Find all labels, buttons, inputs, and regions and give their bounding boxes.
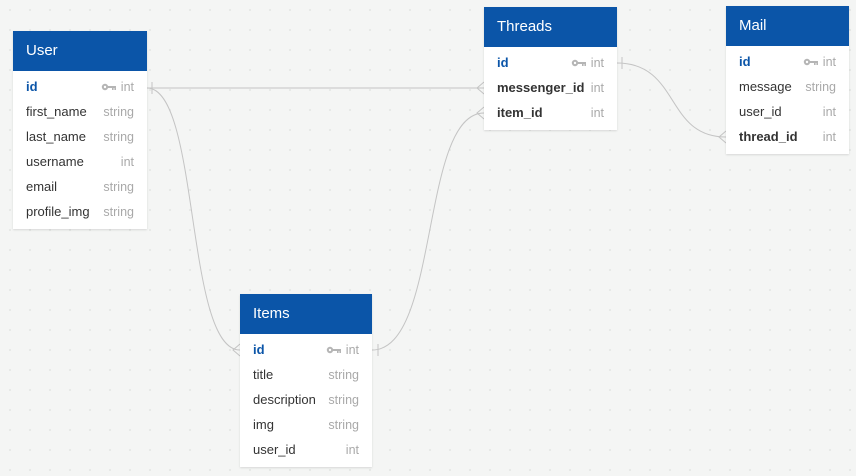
table-title: Threads: [484, 7, 617, 47]
field-type: int: [590, 80, 604, 95]
field-type-cell: string: [328, 368, 359, 382]
field-type: string: [328, 367, 359, 382]
field-type-cell: string: [328, 418, 359, 432]
field-row[interactable]: email string: [13, 174, 147, 199]
table-title: User: [13, 31, 147, 71]
field-type: int: [120, 79, 134, 94]
table-title: Mail: [726, 6, 849, 46]
field-type-cell: string: [103, 130, 134, 144]
field-row[interactable]: user_id int: [726, 99, 849, 124]
field-type-cell: string: [103, 205, 134, 219]
field-type: int: [345, 342, 359, 357]
field-row[interactable]: id int: [240, 337, 372, 362]
field-type: string: [328, 392, 359, 407]
field-name: id: [253, 342, 265, 357]
field-row[interactable]: first_name string: [13, 99, 147, 124]
field-type-cell: int: [803, 55, 836, 69]
field-type-cell: int: [823, 105, 836, 119]
field-row[interactable]: item_id int: [484, 100, 617, 125]
field-type: int: [822, 104, 836, 119]
field-row[interactable]: description string: [240, 387, 372, 412]
field-name: title: [253, 367, 274, 382]
field-row[interactable]: id int: [13, 74, 147, 99]
field-name: description: [253, 392, 316, 407]
field-type: string: [103, 204, 134, 219]
field-name: user_id: [253, 442, 296, 457]
field-type: string: [103, 179, 134, 194]
field-name: last_name: [26, 129, 86, 144]
field-type-cell: int: [101, 80, 134, 94]
field-name: id: [497, 55, 509, 70]
key-icon: [803, 58, 819, 66]
field-name: id: [26, 79, 38, 94]
field-type-cell: string: [103, 180, 134, 194]
field-type: string: [805, 79, 836, 94]
link-user-items: [146, 87, 241, 351]
key-icon: [101, 83, 117, 91]
field-type: string: [328, 417, 359, 432]
table-threads[interactable]: Threads id int messenger_id int item_id int: [484, 7, 617, 130]
field-row[interactable]: id int: [726, 49, 849, 74]
key-icon: [571, 59, 587, 67]
field-type-cell: string: [103, 105, 134, 119]
field-type-cell: int: [823, 130, 836, 144]
field-row[interactable]: username int: [13, 149, 147, 174]
field-type: string: [103, 129, 134, 144]
field-name: message: [739, 79, 792, 94]
field-type: string: [103, 104, 134, 119]
field-row[interactable]: img string: [240, 412, 372, 437]
field-name: email: [26, 179, 58, 194]
field-name: img: [253, 417, 274, 432]
field-row[interactable]: id int: [484, 50, 617, 75]
field-type-cell: int: [571, 56, 604, 70]
field-row[interactable]: message string: [726, 74, 849, 99]
field-row[interactable]: profile_img string: [13, 199, 147, 224]
field-type: int: [590, 105, 604, 120]
field-name: id: [739, 54, 751, 69]
field-type-cell: string: [328, 393, 359, 407]
field-row[interactable]: messenger_id int: [484, 75, 617, 100]
key-icon: [326, 346, 342, 354]
field-name: profile_img: [26, 204, 90, 219]
link-items-threads: [371, 112, 485, 351]
table-mail[interactable]: Mail id int message string user_id int thread_…: [726, 6, 849, 154]
field-name: messenger_id: [497, 80, 585, 95]
field-type: int: [345, 442, 359, 457]
field-name: user_id: [739, 104, 782, 119]
field-type-cell: int: [326, 343, 359, 357]
field-name: item_id: [497, 105, 543, 120]
field-type-cell: int: [591, 81, 604, 95]
field-row[interactable]: last_name string: [13, 124, 147, 149]
link-threads-mail: [616, 62, 727, 138]
field-type: int: [120, 154, 134, 169]
field-type: int: [590, 55, 604, 70]
table-title: Items: [240, 294, 372, 334]
field-row[interactable]: title string: [240, 362, 372, 387]
field-name: first_name: [26, 104, 87, 119]
table-items[interactable]: Items id int title string description string i…: [240, 294, 372, 467]
field-type-cell: int: [121, 155, 134, 169]
field-type-cell: int: [591, 106, 604, 120]
field-type-cell: string: [805, 80, 836, 94]
field-name: thread_id: [739, 129, 798, 144]
field-name: username: [26, 154, 84, 169]
field-type: int: [822, 54, 836, 69]
field-type: int: [822, 129, 836, 144]
table-user[interactable]: User id int first_name string last_name strin…: [13, 31, 147, 229]
field-row[interactable]: thread_id int: [726, 124, 849, 149]
field-row[interactable]: user_id int: [240, 437, 372, 462]
field-type-cell: int: [346, 443, 359, 457]
